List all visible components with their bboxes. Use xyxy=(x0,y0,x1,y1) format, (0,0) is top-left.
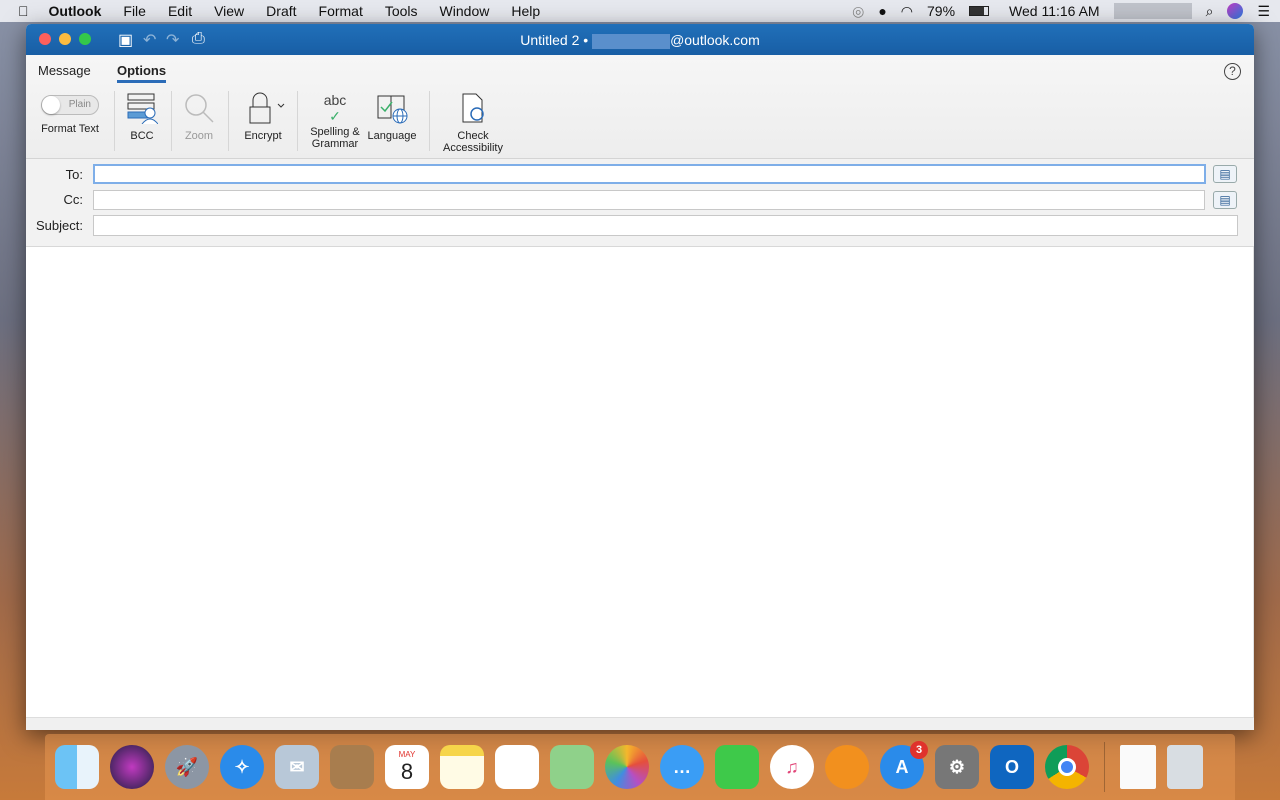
menu-file[interactable]: File xyxy=(123,3,146,19)
app-store-icon[interactable]: A3 xyxy=(880,741,928,789)
compose-window: ▣ ↶ ↷ ⎙ Untitled 2 • @outlook.com Messag… xyxy=(26,24,1254,730)
ibooks-icon[interactable] xyxy=(825,745,869,789)
spelling-icon: abc ✓ xyxy=(323,91,347,124)
chrome-icon[interactable] xyxy=(1045,745,1089,789)
address-fields: To: ▤ Cc: ▤ Subject: xyxy=(26,159,1254,247)
ribbon: Message Options ? Plain Format Text BCC … xyxy=(26,55,1254,159)
trash-icon[interactable] xyxy=(1167,745,1203,789)
siri-icon[interactable] xyxy=(1227,3,1244,19)
help-icon[interactable]: ? xyxy=(1224,63,1241,80)
itunes-icon[interactable]: ♫ xyxy=(770,745,814,789)
tab-message[interactable]: Message xyxy=(38,63,91,78)
maps-icon[interactable] xyxy=(550,745,594,789)
menu-draft[interactable]: Draft xyxy=(266,3,296,19)
format-text-toggle[interactable]: Plain Format Text xyxy=(38,95,102,135)
tab-options[interactable]: Options xyxy=(117,63,167,83)
menu-view[interactable]: View xyxy=(214,3,244,19)
contacts-icon[interactable] xyxy=(330,745,374,789)
lock-icon xyxy=(238,91,288,125)
language-button[interactable]: Language xyxy=(366,91,418,142)
notification-center-icon[interactable]: ☰ xyxy=(1257,3,1270,20)
encrypt-button[interactable]: Encrypt xyxy=(238,91,288,142)
spotlight-icon[interactable]: ⌕ xyxy=(1206,3,1214,20)
zoom-icon xyxy=(179,91,219,125)
reminders-icon[interactable] xyxy=(495,745,539,789)
document-icon[interactable] xyxy=(1120,745,1156,789)
format-text-label: Format Text xyxy=(41,123,99,135)
chat-icon[interactable]: ● xyxy=(878,3,886,19)
address-book-icon[interactable]: ▤ xyxy=(1213,191,1237,209)
language-icon xyxy=(366,91,418,125)
address-book-icon[interactable]: ▤ xyxy=(1213,165,1237,183)
to-label: To: xyxy=(65,167,83,182)
check-accessibility-button[interactable]: Check Accessibility xyxy=(439,91,507,154)
bcc-button[interactable]: BCC xyxy=(122,91,162,142)
window-title: Untitled 2 • @outlook.com xyxy=(520,32,760,49)
outlook-icon[interactable]: O xyxy=(990,745,1034,789)
bcc-icon xyxy=(122,91,162,125)
email-redacted xyxy=(592,33,671,49)
messages-icon[interactable]: … xyxy=(660,745,704,789)
mail-icon[interactable]: ✉ xyxy=(275,745,319,789)
app-store-badge: 3 xyxy=(910,741,928,759)
calendar-icon[interactable]: MAY 8 xyxy=(385,745,429,789)
battery-percent[interactable]: 79% xyxy=(927,3,955,19)
finder-icon[interactable] xyxy=(55,745,99,789)
photos-icon[interactable] xyxy=(605,745,649,789)
menu-format[interactable]: Format xyxy=(319,3,363,19)
system-preferences-icon[interactable]: ⚙ xyxy=(935,745,979,789)
plain-toggle[interactable]: Plain xyxy=(41,95,99,115)
subject-label: Subject: xyxy=(36,218,83,233)
subject-field[interactable] xyxy=(93,215,1238,236)
user-name-redacted xyxy=(1113,3,1192,19)
battery-icon xyxy=(969,6,990,16)
siri-icon[interactable] xyxy=(110,745,154,789)
dock: 🚀 ✧ ✉ MAY 8 … ♫ A3 ⚙ O xyxy=(45,734,1235,800)
accessibility-icon xyxy=(439,91,507,125)
menu-edit[interactable]: Edit xyxy=(168,3,192,19)
launchpad-icon[interactable]: 🚀 xyxy=(165,745,209,789)
message-body[interactable] xyxy=(26,247,1254,717)
title-bar: ▣ ↶ ↷ ⎙ Untitled 2 • @outlook.com xyxy=(26,24,1254,55)
safari-icon[interactable]: ✧ xyxy=(220,745,264,789)
to-field[interactable] xyxy=(93,164,1206,184)
menu-app[interactable]: Outlook xyxy=(49,3,102,19)
facetime-icon[interactable] xyxy=(715,745,759,789)
notes-icon[interactable] xyxy=(440,745,484,789)
cc-label: Cc: xyxy=(63,192,84,207)
clock[interactable]: Wed 11:16 AM xyxy=(1009,3,1100,19)
menu-window[interactable]: Window xyxy=(440,3,490,19)
status-bar xyxy=(26,717,1254,730)
menu-tools[interactable]: Tools xyxy=(385,3,418,19)
wifi-icon[interactable]: ◠ xyxy=(901,3,913,20)
apple-icon[interactable]:  xyxy=(18,3,29,19)
menu-help[interactable]: Help xyxy=(511,3,540,19)
menu-bar:  Outlook File Edit View Draft Format To… xyxy=(0,0,1280,22)
creative-cloud-icon[interactable]: ◎ xyxy=(852,3,864,20)
zoom-button-ribbon: Zoom xyxy=(179,91,219,142)
spelling-grammar-button[interactable]: abc ✓ Spelling & Grammar xyxy=(308,91,362,151)
dock-divider xyxy=(1104,742,1105,792)
cc-field[interactable] xyxy=(93,190,1205,210)
